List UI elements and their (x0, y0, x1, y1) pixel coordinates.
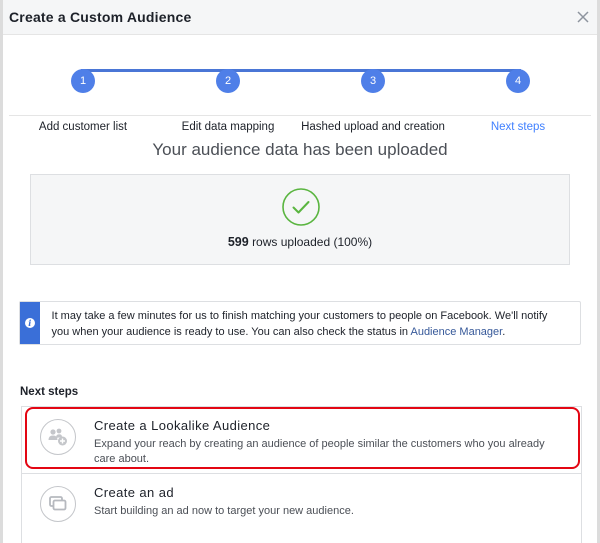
notice-bar: i (20, 302, 40, 344)
step-number: 3 (361, 69, 385, 93)
rows-count: 599 (227, 235, 249, 249)
step-2: 2 Edit data mapping (182, 69, 274, 133)
stepper-track (81, 69, 521, 72)
step-number: 4 (506, 69, 530, 93)
add-people-icon (40, 419, 76, 455)
next-steps-list: Create a Lookalike Audience Expand your … (21, 406, 582, 543)
create-lookalike-audience-option[interactable]: Create a Lookalike Audience Expand your … (22, 407, 581, 473)
step-label: Add customer list (38, 121, 128, 133)
option-description: Expand your reach by creating an audienc… (94, 438, 545, 465)
divider (9, 115, 591, 116)
info-notice: i It may take a few minutes for us to fi… (19, 301, 581, 345)
notice-text: It may take a few minutes for us to fini… (40, 302, 580, 344)
audience-manager-link[interactable]: Audience Manager (410, 326, 502, 338)
option-title: Create an ad (94, 485, 174, 500)
upload-status-box: 599 rows uploaded (100%) (30, 174, 570, 265)
info-icon: i (24, 318, 35, 328)
close-icon[interactable] (575, 9, 591, 25)
step-number: 1 (71, 69, 95, 93)
rows-text: rows uploaded (100%) (252, 235, 373, 249)
step-4: 4 Next steps (491, 69, 545, 133)
rows-uploaded: 599 rows uploaded (100%) (31, 235, 569, 249)
step-label-active: Next steps (490, 121, 546, 133)
step-label: Edit data mapping (181, 121, 275, 133)
option-description: Start building an ad now to target your … (94, 505, 354, 517)
dialog-header: Create a Custom Audience (3, 0, 597, 35)
create-custom-audience-dialog: Create a Custom Audience 1 Add customer … (3, 0, 597, 543)
create-ad-icon (40, 486, 76, 522)
check-circle-icon (282, 188, 320, 226)
option-title: Create a Lookalike Audience (94, 418, 271, 433)
create-ad-option[interactable]: Create an ad Start building an ad now to… (22, 473, 581, 540)
notice-trailing: . (502, 326, 506, 338)
progress-stepper: 1 Add customer list 2 Edit data mapping … (3, 35, 597, 133)
step-label: Hashed upload and creation (301, 121, 445, 133)
next-steps-heading: Next steps (20, 386, 79, 398)
upload-title: Your audience data has been uploaded (152, 140, 448, 159)
dialog-title: Create a Custom Audience (9, 9, 192, 25)
step-number: 2 (216, 69, 240, 93)
step-1: 1 Add customer list (39, 69, 127, 133)
step-3: 3 Hashed upload and creation (301, 69, 445, 133)
